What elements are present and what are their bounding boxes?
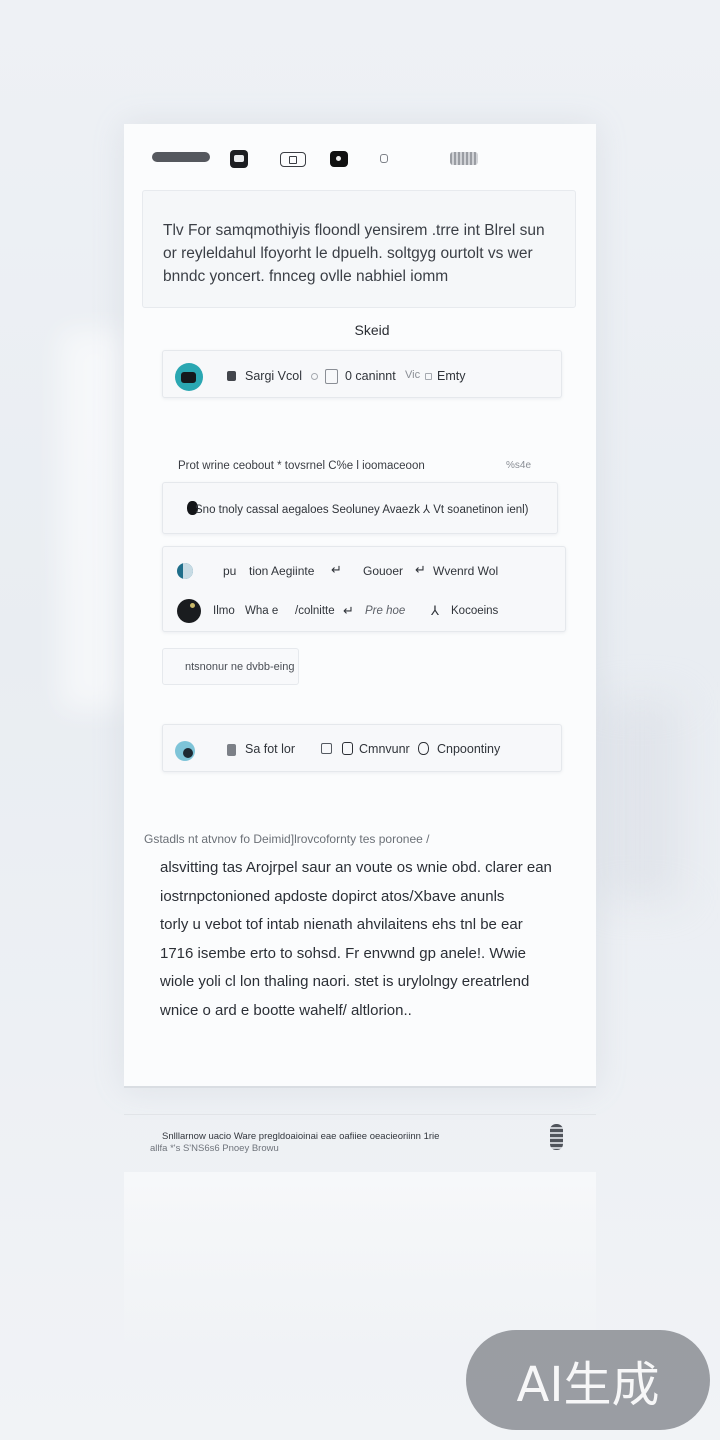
actions-row: Sa fot lor Cmnvunr Cnpoontiny xyxy=(162,724,562,772)
option-label[interactable]: Wha e xyxy=(245,605,278,617)
option-label[interactable]: Gouoer xyxy=(363,564,403,578)
footer-subtext: allfa *'s S'NS6s6 Pnoey Browu xyxy=(150,1143,279,1154)
paragraph-line: wiole yoli cl lon thaling naori. stet is… xyxy=(160,973,530,990)
search-result-row[interactable]: Sno tnoly cassal aegaloes Seoluney Avaez… xyxy=(162,482,558,534)
option-label[interactable]: Wvenrd Wol xyxy=(433,564,498,578)
keyboard-icon[interactable] xyxy=(450,152,478,165)
intro-line: or reyleldahul lfoyorht le dpuelh. soltg… xyxy=(163,245,533,262)
record-icon[interactable] xyxy=(330,151,348,167)
action-label[interactable]: Sa fot lor xyxy=(245,742,295,756)
paragraph-line: alsvitting tas Arojrpel saur an voute os… xyxy=(160,859,552,876)
list-header-meta: %s4e xyxy=(506,460,532,471)
toolbar xyxy=(124,124,596,192)
watermark-text: AI生成 xyxy=(516,1357,660,1413)
earth-icon xyxy=(175,741,195,761)
background-glow xyxy=(60,330,130,710)
intro-line: bnndc yoncert. fnnceg ovlle nabhiel iomm xyxy=(163,268,449,285)
paragraph-line: 1716 isembe erto to sohsd. Fr envwnd gp … xyxy=(160,944,527,962)
document-icon xyxy=(325,369,338,384)
globe-icon xyxy=(177,563,193,579)
account-label[interactable]: Sargi Vcol xyxy=(245,369,302,383)
section-title: Skeid xyxy=(354,322,390,338)
status-label[interactable]: Emty xyxy=(437,369,465,383)
footer-text: Snlllarnow uacio Ware pregldoaioinai eae… xyxy=(162,1131,440,1142)
square-icon xyxy=(425,373,432,380)
avatar xyxy=(175,363,203,391)
list-header: Prot wrine ceobout * tovsrnel C%e l ioom… xyxy=(178,460,425,472)
option-label[interactable]: Pre hoe xyxy=(365,605,405,617)
paragraph-line: wnice o ard e bootte wahelf/ altlorion.. xyxy=(160,1001,412,1019)
window-icon[interactable] xyxy=(280,152,306,167)
paragraph-header: Gstadls nt atvnov fo Deimid]lrovcofornty… xyxy=(144,832,430,846)
cup-icon xyxy=(227,744,236,756)
reflection xyxy=(124,1172,596,1352)
watermark-badge: AI生成 xyxy=(466,1330,710,1430)
paragraph-line: iostrnpctonioned apdoste dopirct atos/Xb… xyxy=(160,887,505,905)
option-label[interactable]: pu xyxy=(223,564,236,578)
checkbox-icon[interactable] xyxy=(321,743,332,754)
action-label[interactable]: Cnpoontiny xyxy=(437,742,500,756)
intro-box: Tlv For samqmothiyis floondl yensirem .t… xyxy=(142,190,576,308)
option-label[interactable]: Ilmo xyxy=(213,605,235,617)
option-label[interactable]: /colnitte xyxy=(295,605,335,617)
settings-icon[interactable] xyxy=(550,1124,563,1150)
main-card: Tlv For samqmothiyis floondl yensirem .t… xyxy=(124,124,596,1088)
account-row[interactable]: Sargi Vcol 0 caninnt Vic Emty xyxy=(162,350,562,398)
moon-icon xyxy=(177,599,201,623)
drag-handle-icon[interactable] xyxy=(152,152,210,162)
clock-icon xyxy=(418,742,429,755)
paragraph-line: torly u vebot tof intab nienath ahvilait… xyxy=(160,916,523,933)
option-label[interactable]: Kocoeins xyxy=(451,605,498,617)
tag-chip[interactable]: ntsnonur ne dvbb-eing xyxy=(162,648,299,685)
footer: Snlllarnow uacio Ware pregldoaioinai eae… xyxy=(124,1114,596,1172)
paragraph: alsvitting tas Arojrpel saur an voute os… xyxy=(160,854,600,1025)
content-label[interactable]: 0 caninnt xyxy=(345,369,396,383)
arrow-icon: ↵ xyxy=(331,562,342,577)
info-icon[interactable] xyxy=(380,154,388,163)
background-shade xyxy=(600,700,680,900)
mode-label: Vic xyxy=(405,369,421,381)
intro-line: Tlv For samqmothiyis floondl yensirem .t… xyxy=(163,222,545,239)
options-panel: pu tion Aegiinte ↵ Gouoer ↵ Wvenrd Wol I… xyxy=(162,546,566,632)
circle-icon xyxy=(311,373,318,380)
option-label[interactable]: tion Aegiinte xyxy=(249,564,314,578)
cursor-icon: ⅄ xyxy=(431,603,439,618)
result-text[interactable]: Sno tnoly cassal aegaloes Seoluney Avaez… xyxy=(195,502,529,516)
lock-icon xyxy=(227,371,236,381)
arrow-icon: ↵ xyxy=(415,562,426,577)
action-label[interactable]: Cmnvunr xyxy=(359,742,410,756)
camera-icon[interactable] xyxy=(230,150,248,168)
tag-icon xyxy=(342,742,353,755)
arrow-icon: ↵ xyxy=(343,603,354,618)
